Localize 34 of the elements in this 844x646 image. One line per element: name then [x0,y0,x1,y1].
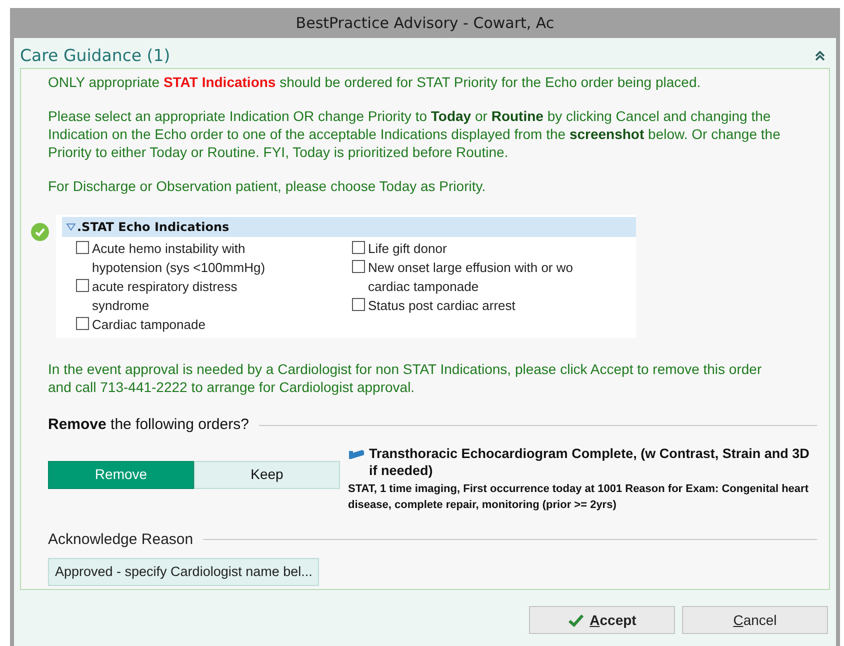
check-circle-icon [31,223,49,241]
indication-label: acute respiratory distress syndrome [92,278,238,315]
reason-option[interactable]: Approved - specify Cardiologist name bel... [48,558,320,586]
collapse-button[interactable] [814,50,826,62]
indication-label: Status post cardiac arrest [368,297,516,315]
guidance-text: For Discharge or Observation patient, please choose Today as Priority. [48,177,487,195]
indication-label: Cardiac tamponade [92,316,206,334]
checkbox[interactable] [352,241,365,254]
acknowledge-heading: Acknowledge Reason [48,530,194,550]
toggle-button[interactable]: Keep [194,460,340,488]
checkbox[interactable] [352,260,365,273]
guidance-text: ONLY appropriate STAT Indications should be ordered for STAT Priority for the Echo order being placed. [48,73,702,91]
guidance-text: Please select an appropriate Indication OR change Priority to Today or Routine by clicking Cancel and changing the Indication on the Echo order to one of the acceptable Indications displayed from the screenshot below. Or change the Priority to either Today or Routine. FYI, Today is prioritized before Routine. [48,107,782,161]
order-details: STAT, 1 time imaging, First occurrence today at 1001 Reason for Exam: Congenital heart disease, complete repair, monitoring (prior >= 2yrs) [348,482,810,512]
checkbox[interactable] [76,279,89,292]
indication-label: Acute hemo instability with hypotension (sys <100mmHg) [92,240,266,277]
indication-label: New onset large effusion with or wo cardiac tamponade [368,259,573,296]
indications-header[interactable]: .STAT Echo Indications [62,217,636,237]
remove-heading: Remove the following orders? [48,415,249,435]
window-title: BestPractice Advisory - Cowart, Ac [294,12,556,34]
section-title: Care Guidance (1) [20,44,170,67]
toggle-button[interactable]: Remove [48,460,194,488]
indication-label: Life gift donor [368,240,448,258]
triangle-icon [66,223,76,231]
indications-title: .STAT Echo Indications [77,219,230,236]
checkbox[interactable] [76,317,89,330]
approval-note: In the event approval is needed by a Cardiologist for non STAT Indications, please click Accept to remove this order and call 713-441-2222 to arrange for Cardiologist approval. [48,360,763,396]
checkbox[interactable] [76,241,89,254]
accept-button[interactable]: Accept [529,606,675,634]
order-title: Transthoracic Echocardiogram Complete, (w Contrast, Strain and 3D if needed) [369,444,810,478]
checkbox[interactable] [352,298,365,311]
collapse-icon [814,50,826,62]
cancel-button[interactable]: Cancel [682,606,828,634]
checkmark-icon [568,614,584,626]
